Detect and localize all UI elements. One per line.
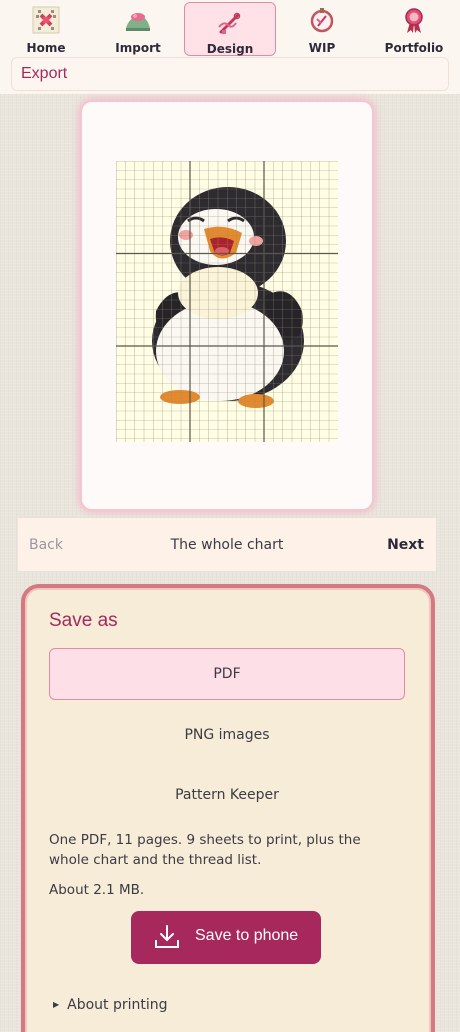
tab-label: Home — [26, 41, 66, 55]
tab-label: Portfolio — [384, 41, 444, 55]
tab-label: Design — [206, 42, 254, 56]
save-to-phone-button[interactable]: Save to phone — [131, 911, 321, 964]
tab-wip[interactable]: WIP — [276, 0, 368, 58]
option-pattern-keeper[interactable]: Pattern Keeper — [49, 769, 405, 821]
hoop-wip-icon — [310, 8, 334, 33]
save-as-heading: Save as — [49, 610, 118, 631]
top-navigation: Home Import Design WIP Portfolio Export — [0, 0, 460, 94]
tab-label: WIP — [308, 41, 336, 55]
tab-home[interactable]: Home — [0, 0, 92, 58]
tab-portfolio[interactable]: Portfolio — [368, 0, 460, 58]
tab-import[interactable]: Import — [92, 0, 184, 58]
step-title: The whole chart — [170, 537, 284, 553]
next-button[interactable]: Next — [387, 537, 424, 553]
about-printing-toggle[interactable]: ▶ About printing — [53, 997, 168, 1013]
save-button-label: Save to phone — [195, 927, 299, 944]
save-as-panel: Save as PDF PNG images Pattern Keeper On… — [21, 584, 435, 1032]
page-title: Export — [11, 57, 449, 91]
import-hill-icon — [126, 13, 150, 31]
file-size: About 2.1 MB. — [49, 882, 145, 898]
download-icon — [155, 925, 179, 948]
tab-design[interactable]: Design — [184, 2, 276, 56]
needle-design-icon — [218, 12, 241, 34]
tab-label: Import — [115, 41, 161, 55]
about-printing-label: About printing — [67, 997, 168, 1013]
option-pdf[interactable]: PDF — [49, 648, 405, 700]
nav-tabs: Home Import Design WIP Portfolio — [0, 0, 460, 58]
cross-stitch-home-icon — [32, 6, 60, 34]
chart-preview-card — [82, 102, 372, 509]
disclosure-triangle-icon: ▶ — [53, 1000, 60, 1009]
ribbon-award-icon — [405, 8, 423, 33]
page-stepper: Back The whole chart Next — [18, 518, 436, 571]
penguin-pattern-icon — [116, 161, 338, 442]
option-png-images[interactable]: PNG images — [49, 709, 405, 761]
export-description: One PDF, 11 pages. 9 sheets to print, pl… — [49, 832, 361, 868]
